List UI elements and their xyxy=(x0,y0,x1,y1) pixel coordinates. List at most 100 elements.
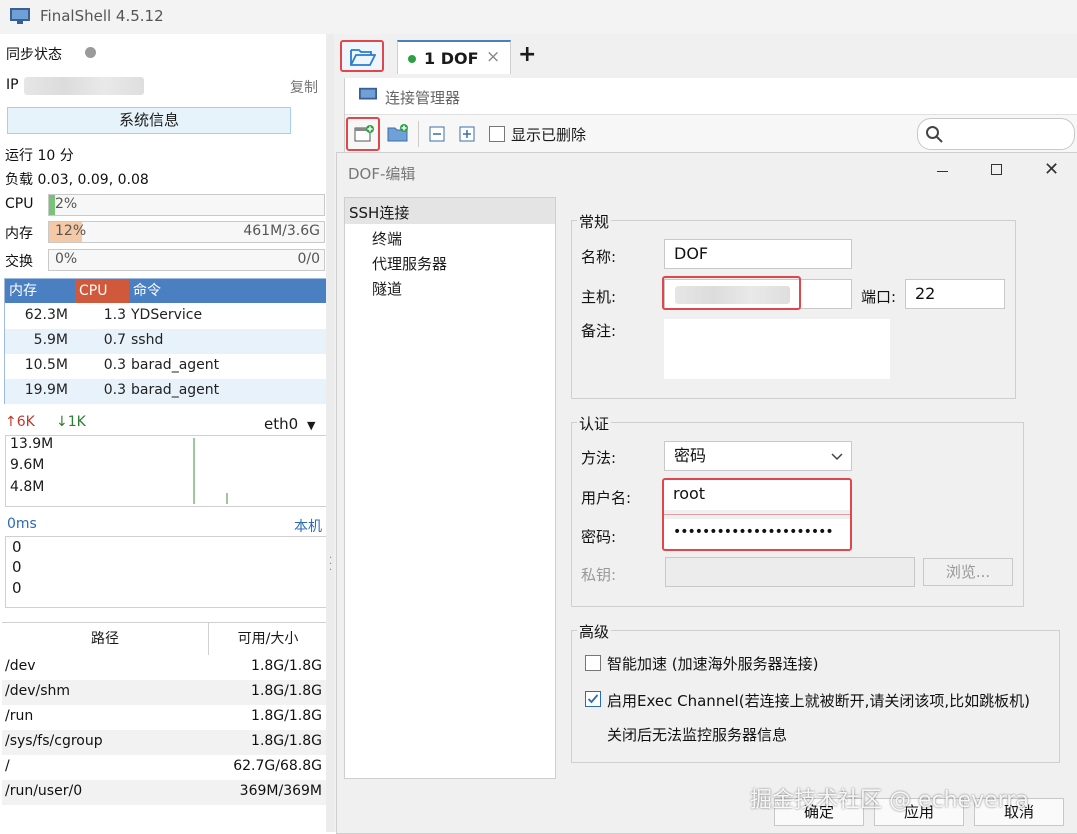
system-info-button[interactable]: 系统信息 xyxy=(7,107,291,134)
net-scale-label: 9.6M xyxy=(10,457,45,473)
proc-header-memory[interactable]: 内存 xyxy=(5,279,75,303)
left-monitor-panel: 同步状态 IP 复制 系统信息 运行 10 分 负载 0.03, 0.09, 0… xyxy=(0,34,334,832)
net-upload: ↑6K xyxy=(5,414,35,430)
memory-usage-percent: 12% xyxy=(55,223,87,239)
close-icon[interactable]: ✕ xyxy=(1044,159,1059,180)
process-command: barad_agent xyxy=(131,382,220,398)
latency-host-label[interactable]: 本机 xyxy=(294,516,322,536)
search-input[interactable] xyxy=(917,118,1075,150)
latency-label: 0ms xyxy=(7,516,37,532)
process-table: 内存 CPU 命令 62.3M 1.3 YDService 5.9M 0.7 s… xyxy=(4,278,327,404)
net-download-value: 1K xyxy=(67,414,86,430)
ip-value-redacted xyxy=(24,77,144,95)
credentials-divider xyxy=(664,514,850,515)
host-highlight xyxy=(662,276,801,310)
process-cpu: 0.3 xyxy=(103,357,126,373)
expand-all-icon[interactable] xyxy=(459,126,475,142)
process-memory: 62.3M xyxy=(24,307,68,323)
process-cpu: 0.3 xyxy=(103,382,126,398)
tab-session-dof[interactable]: 1 DOF × xyxy=(397,40,511,74)
proc-header-cpu[interactable]: CPU xyxy=(75,279,129,303)
open-connection-manager-button[interactable] xyxy=(340,40,384,72)
smart-accel-checkbox[interactable] xyxy=(585,655,601,671)
fs-size: 1.8G/1.8G xyxy=(251,658,322,674)
note-textarea[interactable] xyxy=(664,319,890,379)
tab-bar: 1 DOF × + xyxy=(334,34,1077,74)
filesystem-table: 路径 可用/大小 /dev 1.8G/1.8G /dev/shm 1.8G/1.… xyxy=(2,622,327,833)
net-interface-value: eth0 xyxy=(264,415,299,433)
fs-header-path[interactable]: 路径 xyxy=(2,623,209,656)
fs-row[interactable]: / 62.7G/68.8G xyxy=(2,755,327,780)
fs-path: /run/user/0 xyxy=(5,783,83,799)
process-row[interactable]: 5.9M 0.7 sshd xyxy=(5,329,326,354)
process-memory: 19.9M xyxy=(24,382,68,398)
fs-row[interactable]: /sys/fs/cgroup 1.8G/1.8G xyxy=(2,730,327,755)
auth-method-select[interactable]: 密码 xyxy=(664,441,852,471)
port-input[interactable]: 22 xyxy=(905,279,1005,309)
process-row[interactable]: 10.5M 0.3 barad_agent xyxy=(5,354,326,379)
splitter-grip-icon: · · · xyxy=(329,553,333,576)
process-row[interactable]: 19.9M 0.3 barad_agent xyxy=(5,379,326,404)
net-scale-label: 4.8M xyxy=(10,479,45,495)
name-input[interactable]: DOF xyxy=(664,239,852,269)
swap-usage-percent: 0% xyxy=(55,251,78,267)
app-logo-icon xyxy=(359,87,377,100)
chevron-down-icon xyxy=(831,453,843,461)
net-download: ↓1K xyxy=(56,414,86,430)
tree-item-tunnel[interactable]: 隧道 xyxy=(372,278,402,299)
tree-item-proxy[interactable]: 代理服务器 xyxy=(372,253,447,274)
fs-header-size[interactable]: 可用/大小 xyxy=(209,623,327,656)
memory-usage-amount: 461M/3.6G xyxy=(243,223,320,239)
fs-size: 1.8G/1.8G xyxy=(251,733,322,749)
new-folder-icon[interactable] xyxy=(387,123,409,143)
process-table-header: 内存 CPU 命令 xyxy=(5,279,326,303)
collapse-all-icon[interactable] xyxy=(429,126,445,142)
fs-row[interactable]: /dev 1.8G/1.8G xyxy=(2,655,327,680)
name-label: 名称: xyxy=(581,248,617,266)
host-label: 主机: xyxy=(581,288,617,306)
fs-size: 369M/369M xyxy=(239,783,322,799)
minimize-icon[interactable] xyxy=(937,171,948,172)
fs-size: 1.8G/1.8G xyxy=(251,708,322,724)
net-traffic-spike xyxy=(193,438,195,504)
cpu-usage-fill xyxy=(49,195,55,215)
checkmark-icon xyxy=(587,694,599,704)
load-text: 负载 0.03, 0.09, 0.08 xyxy=(5,172,149,188)
cpu-usage-percent: 2% xyxy=(55,196,78,212)
new-connection-button[interactable] xyxy=(346,117,380,151)
fs-row[interactable]: /dev/shm 1.8G/1.8G xyxy=(2,680,327,705)
sync-status-dot xyxy=(85,47,96,58)
close-tab-icon[interactable]: × xyxy=(486,47,500,67)
show-deleted-label: 显示已删除 xyxy=(511,126,587,144)
username-label: 用户名: xyxy=(581,489,632,507)
show-deleted-checkbox[interactable] xyxy=(489,126,505,142)
private-key-input[interactable] xyxy=(665,557,915,587)
fs-row[interactable]: /run/user/0 369M/369M xyxy=(2,780,327,805)
new-window-icon xyxy=(354,125,374,142)
fs-row[interactable]: /run 1.8G/1.8G xyxy=(2,705,327,730)
add-tab-icon[interactable]: + xyxy=(518,42,536,67)
fs-size: 1.8G/1.8G xyxy=(251,683,322,699)
folder-open-icon xyxy=(350,49,376,66)
sync-status-label: 同步状态 xyxy=(6,47,62,63)
cpu-label: CPU xyxy=(5,196,34,212)
panel-splitter[interactable]: · · · xyxy=(326,34,334,832)
browse-key-button[interactable]: 浏览... xyxy=(923,558,1013,586)
download-arrow-icon: ↓ xyxy=(56,414,68,430)
process-command: barad_agent xyxy=(131,357,220,373)
exec-channel-checkbox[interactable] xyxy=(585,691,601,707)
tree-item-ssh[interactable]: SSH连接 xyxy=(349,202,409,223)
tab-label: 1 DOF xyxy=(424,49,479,68)
tree-item-terminal[interactable]: 终端 xyxy=(372,228,402,249)
watermark: 掘金技术社区 @ echeverra xyxy=(750,788,1029,813)
password-label: 密码: xyxy=(581,528,617,546)
net-interface-select[interactable]: eth0 ▼ xyxy=(264,415,315,433)
connection-manager-title: 连接管理器 xyxy=(385,89,461,107)
chevron-down-icon: ▼ xyxy=(306,419,316,432)
process-row[interactable]: 62.3M 1.3 YDService xyxy=(5,304,326,329)
connection-manager-toolbar: 显示已删除 xyxy=(345,114,1077,153)
process-memory: 5.9M xyxy=(33,332,68,348)
copy-ip-link[interactable]: 复制 xyxy=(290,77,318,97)
maximize-icon[interactable] xyxy=(991,164,1002,175)
proc-header-command[interactable]: 命令 xyxy=(129,279,323,303)
